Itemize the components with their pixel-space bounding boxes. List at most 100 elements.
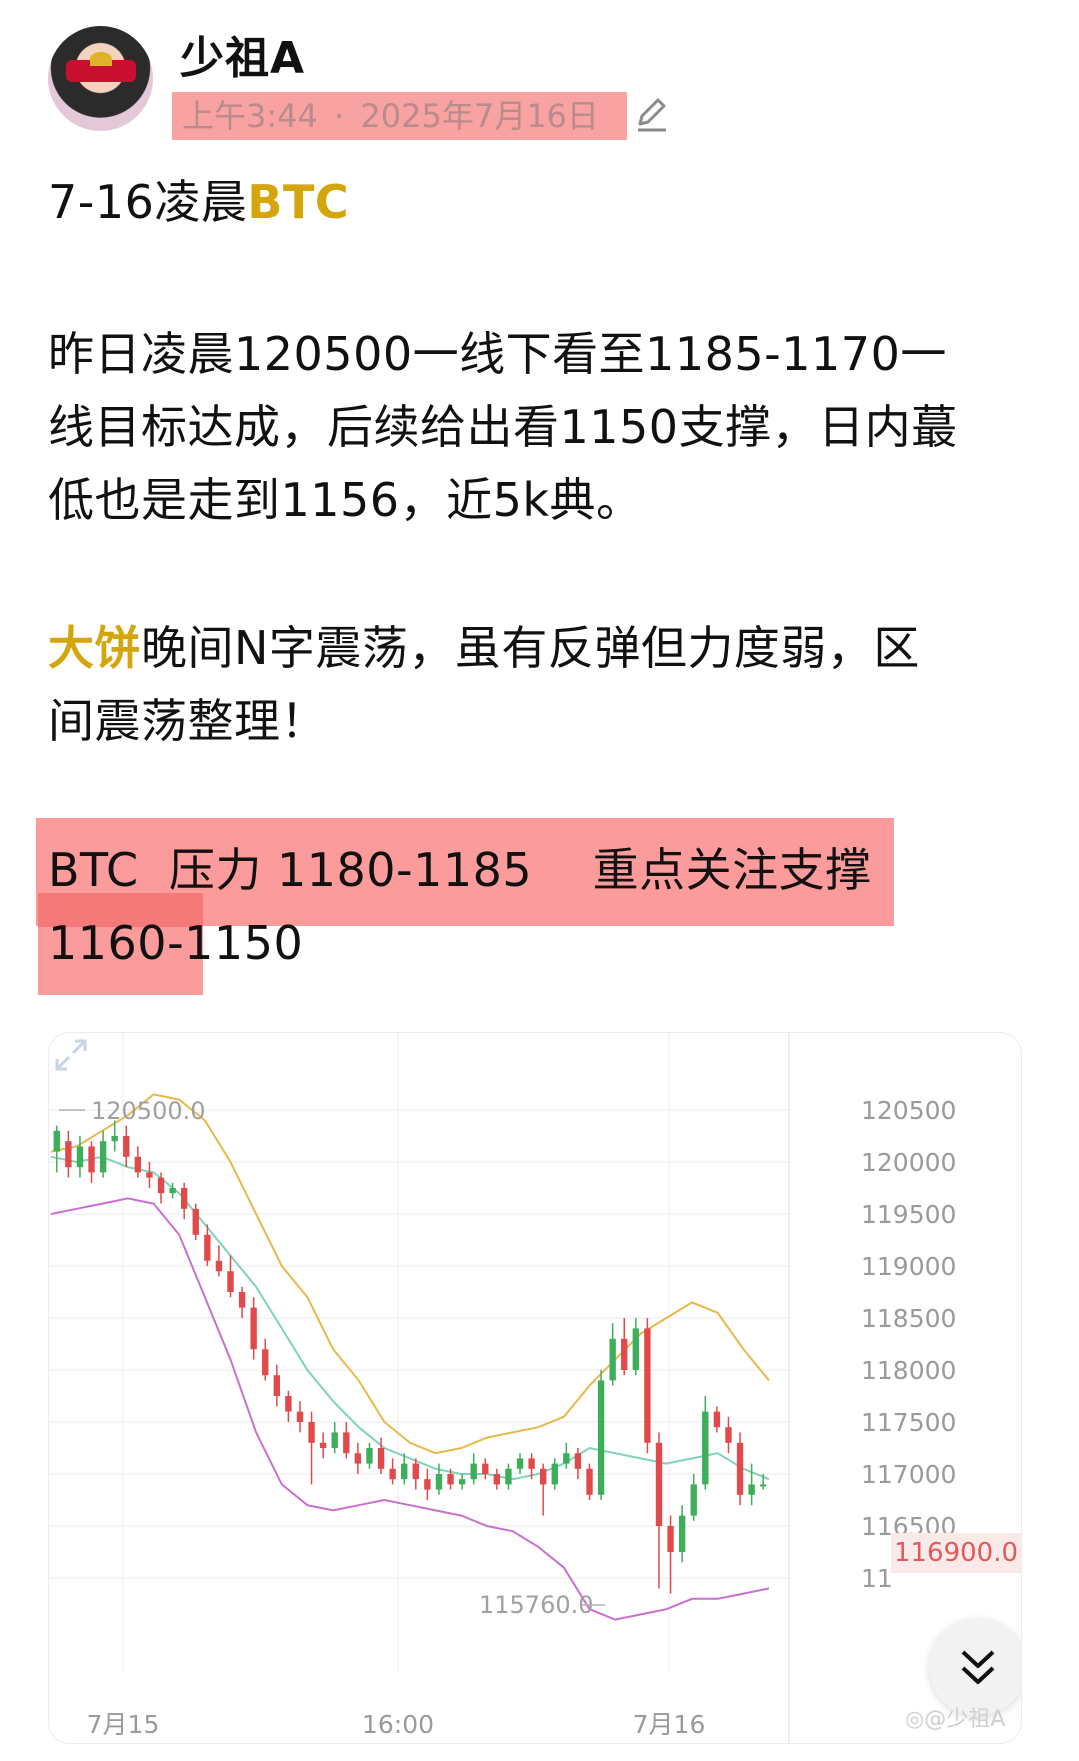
candle (88, 1146, 95, 1173)
candle (377, 1448, 385, 1469)
post-timestamp: 上午3:44 · 2025年7月16日 (172, 92, 627, 140)
paragraph-line: 1160-1150 (48, 916, 304, 970)
author-avatar[interactable] (48, 26, 153, 131)
candle (296, 1411, 304, 1422)
post-time: 上午3:44 (182, 97, 318, 135)
candle (192, 1208, 199, 1235)
title-prefix: 7-16凌晨 (48, 175, 248, 229)
candle (76, 1146, 84, 1168)
candle (736, 1442, 744, 1495)
candle (493, 1474, 501, 1485)
candle (343, 1432, 350, 1454)
candle (319, 1442, 327, 1448)
candle (366, 1448, 373, 1464)
candle (401, 1463, 408, 1480)
candle (482, 1463, 489, 1474)
candle (702, 1411, 709, 1485)
candle (308, 1422, 315, 1443)
candle (690, 1484, 697, 1516)
lower-band-line (50, 1197, 770, 1621)
candle (667, 1526, 674, 1552)
candlestick-chart: 120500 120000 119500 119000 118500 118000 1175… (49, 1033, 956, 1743)
candle (632, 1328, 640, 1370)
double-chevron-down-icon (961, 1650, 995, 1684)
watermark: ◎@少祖A (905, 1707, 1006, 1732)
candle (99, 1141, 107, 1173)
candle (273, 1375, 281, 1396)
date-separator: · (334, 97, 345, 135)
y-tick-label: 117500 (861, 1408, 956, 1437)
mask-graphic (66, 52, 136, 82)
y-tick-label: 118000 (861, 1356, 956, 1385)
candle (505, 1468, 512, 1485)
candle (644, 1328, 651, 1443)
paragraph-2-highlight: 大饼 (48, 621, 141, 675)
candle (760, 1484, 767, 1487)
paragraph-line: 低也是走到1156，近5k典。 (48, 473, 643, 527)
candle (678, 1515, 686, 1552)
x-tick-label: 7月16 (633, 1710, 706, 1739)
candle (238, 1292, 246, 1308)
candle (331, 1432, 338, 1448)
y-tick-label: 119500 (861, 1200, 956, 1229)
candle (285, 1396, 292, 1412)
candle (412, 1463, 419, 1480)
candle (528, 1458, 535, 1469)
candle (215, 1260, 223, 1272)
post-title: 7-16凌晨BTC (48, 166, 349, 239)
paragraph-1: 昨日凌晨120500一线下看至1185-1170一 线目标达成，后续给出看115… (48, 318, 958, 537)
x-tick-label: 16:00 (362, 1710, 434, 1739)
paragraph-2: 大饼晚间N字震荡，虽有反弹但力度弱，区 间震荡整理！ (48, 612, 920, 758)
candle (123, 1136, 130, 1157)
paragraph-line: BTC 压力 1180-1185 重点关注支撑 (48, 843, 872, 897)
candle (609, 1338, 616, 1381)
candle (470, 1463, 477, 1480)
current-price-label: 116900.0 (891, 1533, 1021, 1573)
price-chart[interactable]: 120500 120000 119500 119000 118500 118000 1175… (48, 1032, 1022, 1744)
candle (748, 1484, 755, 1495)
candle (111, 1136, 118, 1142)
paragraph-line: 线目标达成，后续给出看1150支撑，日内蕞 (48, 400, 958, 454)
x-tick-label: 7月15 (87, 1710, 160, 1739)
candle (389, 1468, 396, 1480)
paragraph-line: 间震荡整理！ (48, 694, 327, 748)
candle (262, 1349, 269, 1376)
candle (586, 1468, 593, 1495)
candle (204, 1234, 211, 1261)
candle (516, 1458, 524, 1469)
candle (134, 1156, 142, 1173)
y-tick-label: 117000 (861, 1460, 956, 1489)
candle (250, 1307, 257, 1350)
candle (227, 1271, 234, 1292)
candle (180, 1188, 188, 1209)
y-tick-label: 120500 (861, 1096, 956, 1125)
candle (354, 1453, 362, 1464)
low-label: 115760.0 (479, 1591, 594, 1619)
y-tick-label: 120000 (861, 1148, 956, 1177)
candle (551, 1463, 558, 1485)
paragraph-line: 晚间N字震荡，虽有反弹但力度弱，区 (141, 621, 920, 675)
title-highlight: BTC (247, 175, 350, 229)
y-tick-label: 11 (861, 1564, 893, 1593)
high-label: 120500.0 (91, 1097, 206, 1125)
candle (621, 1338, 628, 1370)
candle (574, 1453, 582, 1469)
candle (447, 1474, 454, 1485)
candle (597, 1380, 605, 1495)
candle (53, 1130, 60, 1152)
y-tick-label: 119000 (861, 1252, 956, 1281)
candle (655, 1442, 663, 1526)
candle (713, 1411, 721, 1428)
upper-band-line (50, 1093, 770, 1455)
candle (539, 1468, 547, 1485)
candle (435, 1474, 443, 1490)
candle (458, 1479, 466, 1485)
paragraph-3: BTC 压力 1180-1185 重点关注支撑 1160-1150 (48, 834, 872, 980)
candle (725, 1427, 732, 1443)
expand-icon[interactable] (49, 1033, 93, 1077)
author-name[interactable]: 少祖A (180, 22, 305, 86)
candle (169, 1188, 176, 1194)
candle (65, 1141, 72, 1168)
edit-pencil-icon[interactable] (632, 94, 672, 134)
candle (157, 1177, 165, 1194)
